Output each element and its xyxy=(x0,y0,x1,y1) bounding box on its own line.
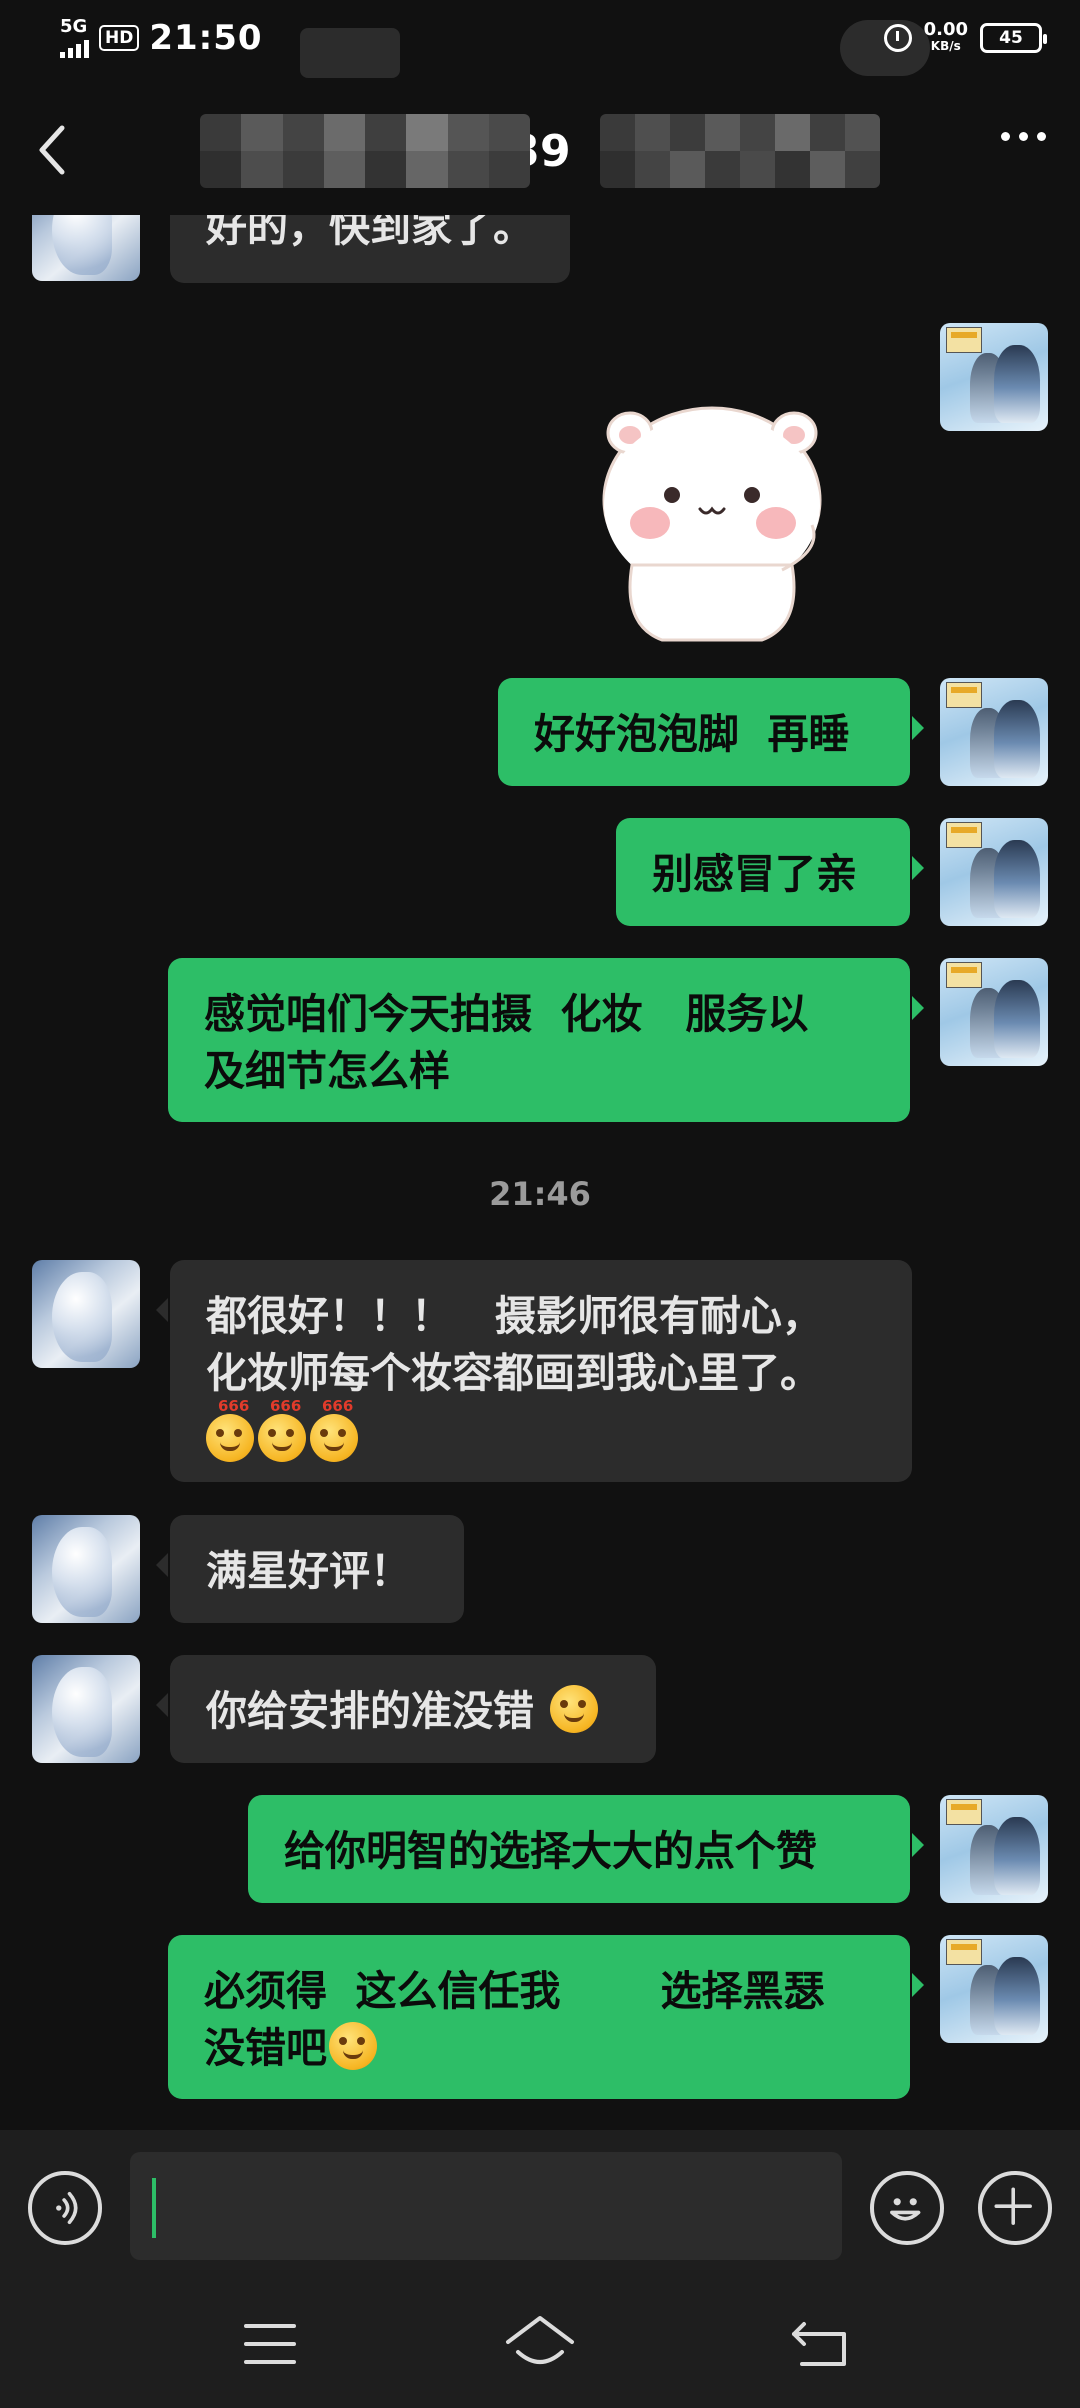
message-bubble-outgoing[interactable]: 必须得 这么信任我 选择黑瑟 没错吧 xyxy=(168,1935,924,2099)
home-icon[interactable] xyxy=(500,2308,580,2380)
thinking-666-emoji: 666 xyxy=(258,1398,306,1462)
return-icon[interactable] xyxy=(782,2308,862,2380)
network-speed: 0.00 KB/s xyxy=(923,19,968,54)
white-bear-sticker[interactable] xyxy=(592,395,832,645)
chat-header: 39 xyxy=(0,80,1080,215)
message-bubble-outgoing[interactable]: 感觉咱们今天拍摄 化妆 服务以 及细节怎么样 xyxy=(168,958,924,1122)
status-right: 0.00 KB/s 45 xyxy=(883,19,1047,54)
message-text-line: 化妆师每个妆容都画到我心里了。 xyxy=(206,1349,821,1397)
message-text: 没错吧 xyxy=(204,2024,327,2072)
message-text: 好好泡泡脚 再睡 xyxy=(534,710,850,758)
status-left: 5G HD 21:50 xyxy=(60,18,263,58)
input-bar xyxy=(0,2130,1080,2280)
message-bubble-outgoing[interactable]: 好好泡泡脚 再睡 xyxy=(498,678,924,786)
my-avatar[interactable] xyxy=(940,678,1048,786)
my-avatar[interactable] xyxy=(940,1935,1048,2043)
emoji-row: 666 666 666 xyxy=(206,1398,876,1462)
signal-icon xyxy=(60,36,89,58)
pixelated-name-right xyxy=(600,114,880,188)
message-text: 你给安排的准没错 xyxy=(206,1687,534,1735)
message-text-line: 都很好！！！ 摄影师很有耐心， xyxy=(206,1292,823,1340)
message-bubble-incoming[interactable]: 都很好！！！ 摄影师很有耐心， 化妆师每个妆容都画到我心里了。 666 666 66… xyxy=(156,1260,912,1482)
thinking-666-emoji: 666 xyxy=(310,1398,358,1462)
my-avatar[interactable] xyxy=(940,958,1048,1066)
thinking-666-emoji: 666 xyxy=(206,1398,254,1462)
message-text-line-with-emoji: 没错吧 xyxy=(204,2020,874,2077)
text-caret xyxy=(152,2178,156,2238)
contact-avatar[interactable] xyxy=(32,215,140,281)
status-bar: 5G HD 21:50 0.00 KB/s 45 xyxy=(0,0,1080,80)
message-input[interactable] xyxy=(130,2152,842,2260)
system-nav-bar xyxy=(0,2280,1080,2408)
blurred-status-icons xyxy=(300,28,400,78)
chat-messages[interactable]: 好的，快到家了。 好好泡泡脚 再睡 别感冒了亲 感觉咱们今天拍摄 化妆 服务以 … xyxy=(0,215,1080,2130)
my-avatar[interactable] xyxy=(940,323,1048,431)
message-text-line: 必须得 这么信任我 选择黑瑟 xyxy=(204,1967,825,2015)
speed-value: 0.00 xyxy=(923,19,968,40)
contact-avatar[interactable] xyxy=(32,1655,140,1763)
battery-icon: 45 xyxy=(980,23,1047,53)
smiley-icon[interactable] xyxy=(870,2171,944,2245)
message-text-line: 感觉咱们今天拍摄 化妆 服务以 xyxy=(204,990,809,1038)
plus-icon[interactable] xyxy=(978,2171,1052,2245)
hd-badge: HD xyxy=(99,25,140,51)
message-text: 满星好评！ xyxy=(206,1547,411,1595)
status-time: 21:50 xyxy=(149,18,263,58)
chat-title: 39 xyxy=(200,114,880,188)
message-bubble-incoming[interactable]: 你给安排的准没错 xyxy=(156,1655,656,1763)
contact-avatar[interactable] xyxy=(32,1260,140,1368)
my-avatar[interactable] xyxy=(940,1795,1048,1903)
message-bubble-incoming[interactable]: 好的，快到家了。 xyxy=(170,215,570,283)
voice-icon[interactable] xyxy=(28,2171,102,2245)
message-bubble-incoming[interactable]: 满星好评！ xyxy=(156,1515,464,1623)
pixelated-name-left xyxy=(200,114,530,188)
message-text: 别感冒了亲 xyxy=(652,850,857,898)
my-avatar[interactable] xyxy=(940,818,1048,926)
message-timestamp: 21:46 xyxy=(489,1175,591,1213)
network-type: 5G xyxy=(60,16,88,37)
contact-avatar[interactable] xyxy=(32,1515,140,1623)
message-text-line: 及细节怎么样 xyxy=(204,1047,450,1095)
battery-level: 45 xyxy=(999,28,1023,48)
chevron-left-icon[interactable] xyxy=(34,120,70,180)
alarm-icon xyxy=(883,24,912,52)
message-text: 好的，快到家了。 xyxy=(206,215,534,251)
message-bubble-outgoing[interactable]: 别感冒了亲 xyxy=(616,818,924,926)
message-text: 给你明智的选择大大的点个赞 xyxy=(284,1827,817,1875)
signal-group: 5G xyxy=(60,18,89,58)
menu-lines-icon[interactable] xyxy=(230,2308,310,2380)
message-bubble-outgoing[interactable]: 给你明智的选择大大的点个赞 xyxy=(248,1795,924,1903)
speed-unit: KB/s xyxy=(930,39,961,53)
more-dots-icon[interactable] xyxy=(1001,132,1046,141)
ok-hand-emoji xyxy=(550,1685,599,1733)
wink-tongue-emoji xyxy=(329,2022,377,2070)
